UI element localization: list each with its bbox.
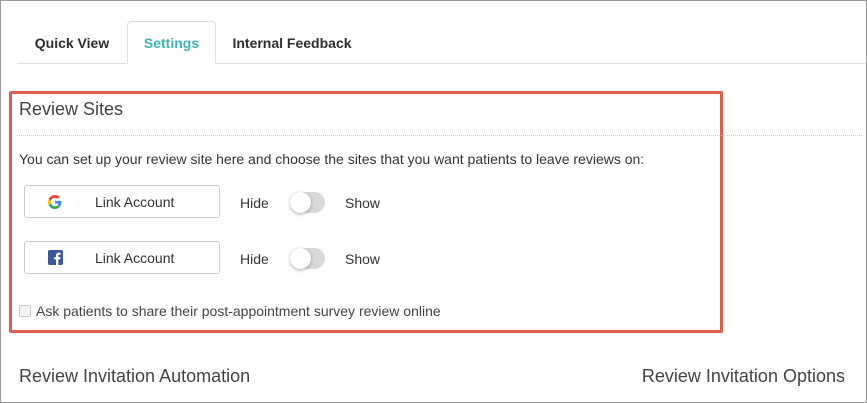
facebook-link-account-button[interactable]: Link Account (24, 241, 220, 274)
facebook-icon (25, 250, 85, 265)
google-icon (25, 194, 85, 209)
google-link-account-label: Link Account (95, 193, 175, 210)
tab-quick-view[interactable]: Quick View (17, 21, 127, 64)
google-site-row: Link Account Hide Show (24, 185, 424, 218)
tab-bar: Quick View Settings Internal Feedback (17, 21, 866, 64)
facebook-show-label: Show (345, 251, 381, 267)
google-visibility-toggle[interactable] (290, 192, 325, 213)
review-sites-intro: You can set up your review site here and… (19, 151, 645, 167)
google-link-account-button[interactable]: Link Account (24, 185, 220, 218)
tab-internal-feedback[interactable]: Internal Feedback (222, 21, 362, 64)
google-hide-label: Hide (240, 195, 269, 211)
section-divider (17, 135, 862, 136)
share-review-checkbox[interactable] (19, 305, 31, 317)
facebook-site-row: Link Account Hide Show (24, 241, 424, 274)
facebook-visibility-toggle[interactable] (290, 248, 325, 269)
toggle-knob (290, 248, 311, 269)
facebook-hide-label: Hide (240, 251, 269, 267)
settings-panel: Quick View Settings Internal Feedback Re… (0, 0, 867, 403)
review-invitation-options-title: Review Invitation Options (641, 366, 845, 386)
share-review-label[interactable]: Ask patients to share their post-appoint… (36, 303, 441, 319)
review-invitation-automation-title: Review Invitation Automation (19, 366, 251, 386)
tab-settings[interactable]: Settings (127, 21, 216, 64)
facebook-link-account-label: Link Account (95, 249, 175, 266)
share-review-option: Ask patients to share their post-appoint… (19, 303, 441, 319)
google-show-label: Show (345, 195, 381, 211)
toggle-knob (290, 192, 311, 213)
review-sites-title: Review Sites (19, 99, 124, 119)
